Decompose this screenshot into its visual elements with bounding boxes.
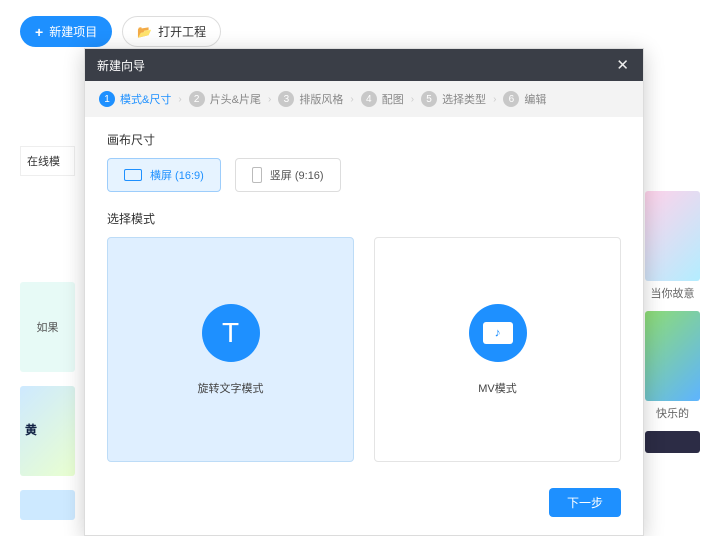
step-4[interactable]: 4配图: [361, 91, 404, 107]
mv-mode-card[interactable]: MV模式: [374, 237, 621, 462]
canvas-size-options: 横屏 (16:9) 竖屏 (9:16): [107, 158, 621, 192]
close-icon[interactable]: ✕: [612, 54, 633, 76]
portrait-icon: [252, 167, 262, 183]
modal-mask: 新建向导 ✕ 1模式&尺寸 › 2片头&片尾 › 3排版风格 › 4配图 › 5…: [0, 0, 720, 505]
landscape-icon: [124, 169, 142, 181]
text-mode-icon: T: [202, 304, 260, 362]
landscape-option[interactable]: 横屏 (16:9): [107, 158, 221, 192]
next-button[interactable]: 下一步: [549, 488, 621, 517]
mv-mode-icon: [469, 304, 527, 362]
chevron-right-icon: ›: [178, 94, 181, 105]
step-6[interactable]: 6编辑: [503, 91, 546, 107]
mode-select-title: 选择模式: [107, 210, 621, 227]
text-mode-card[interactable]: T 旋转文字模式: [107, 237, 354, 462]
chevron-right-icon: ›: [350, 94, 353, 105]
modal-body: 画布尺寸 横屏 (16:9) 竖屏 (9:16) 选择模式 T 旋转文字模式: [85, 117, 643, 478]
chevron-right-icon: ›: [493, 94, 496, 105]
wizard-steps: 1模式&尺寸 › 2片头&片尾 › 3排版风格 › 4配图 › 5选择类型 › …: [85, 81, 643, 117]
text-mode-label: 旋转文字模式: [198, 380, 264, 396]
landscape-label: 横屏 (16:9): [150, 167, 204, 183]
step-5[interactable]: 5选择类型: [421, 91, 486, 107]
step-2[interactable]: 2片头&片尾: [189, 91, 261, 107]
step-1[interactable]: 1模式&尺寸: [99, 91, 171, 107]
modal-title: 新建向导: [97, 57, 145, 74]
mv-mode-label: MV模式: [478, 380, 517, 396]
step-3[interactable]: 3排版风格: [278, 91, 343, 107]
modal-header: 新建向导 ✕: [85, 49, 643, 81]
chevron-right-icon: ›: [411, 94, 414, 105]
portrait-label: 竖屏 (9:16): [270, 167, 324, 183]
new-wizard-modal: 新建向导 ✕ 1模式&尺寸 › 2片头&片尾 › 3排版风格 › 4配图 › 5…: [84, 48, 644, 536]
portrait-option[interactable]: 竖屏 (9:16): [235, 158, 341, 192]
chevron-right-icon: ›: [268, 94, 271, 105]
modal-footer: 下一步: [85, 478, 643, 535]
canvas-size-title: 画布尺寸: [107, 131, 621, 148]
mode-options: T 旋转文字模式 MV模式: [107, 237, 621, 462]
